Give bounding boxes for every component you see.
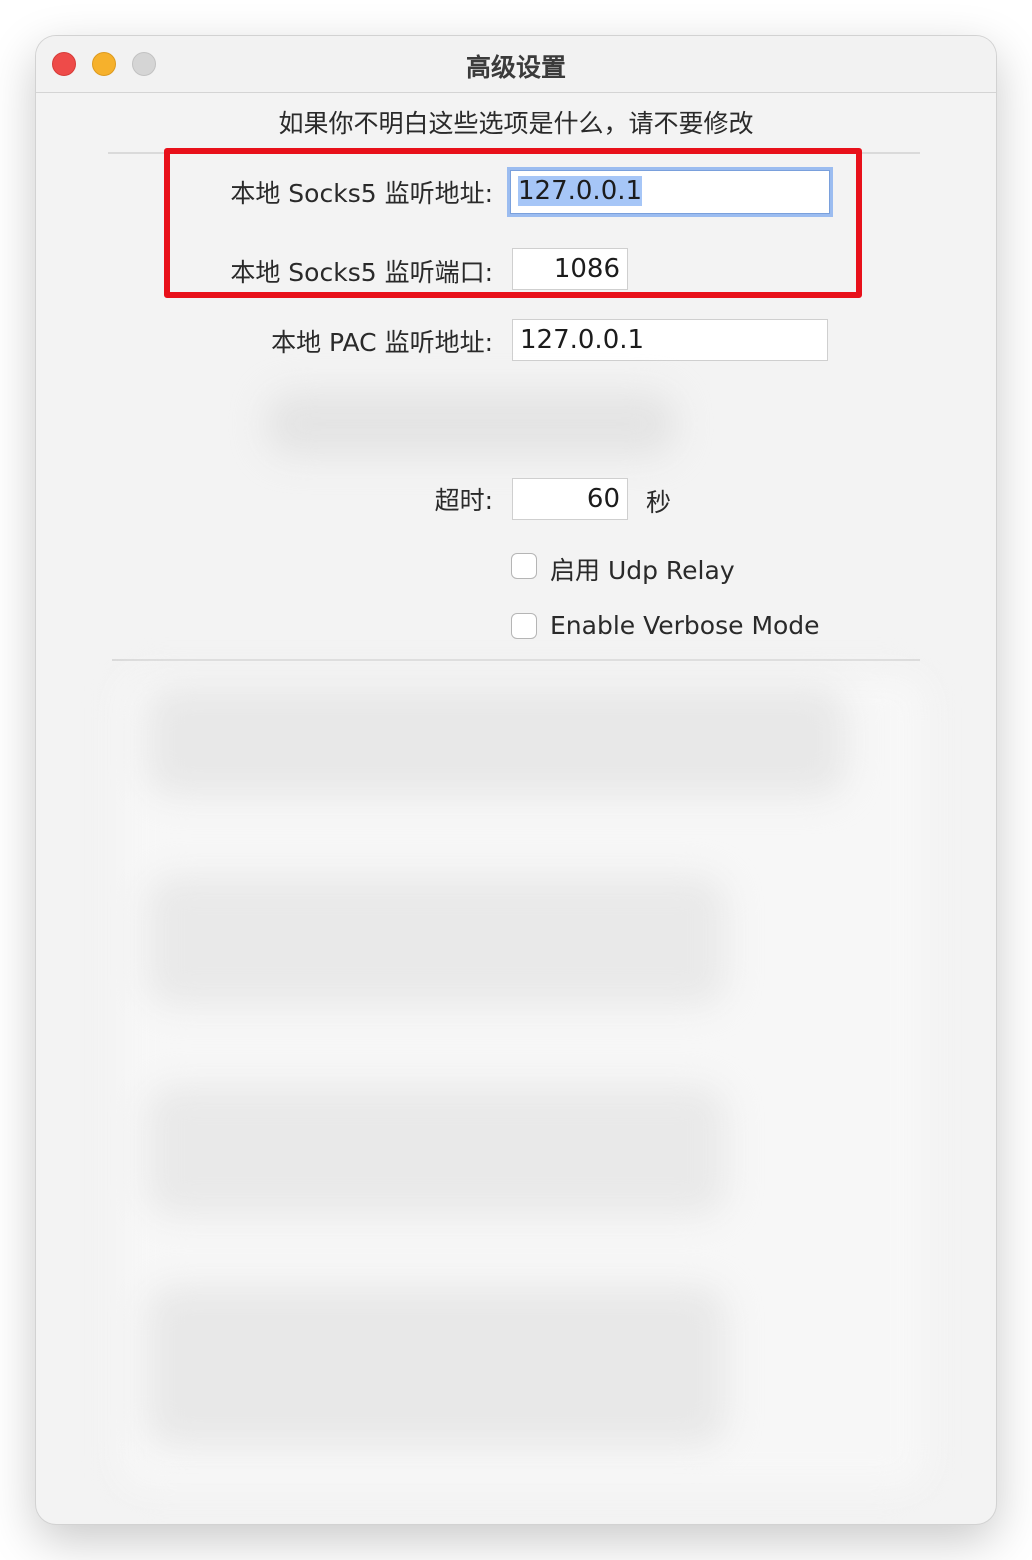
warning-text: 如果你不明白这些选项是什么，请不要修改 <box>278 109 754 138</box>
timeout-label: 超时: <box>434 486 493 515</box>
title-bar: 高级设置 <box>36 36 996 93</box>
verbose-mode-checkbox[interactable] <box>511 613 537 639</box>
udp-relay-checkbox[interactable] <box>511 553 537 579</box>
redacted-row <box>266 392 676 456</box>
divider-bottom <box>112 659 920 661</box>
pac-address-label: 本地 PAC 监听地址: <box>271 328 493 357</box>
redacted-block <box>146 1286 726 1446</box>
redacted-block <box>146 686 846 796</box>
udp-relay-label[interactable]: 启用 Udp Relay <box>550 551 735 587</box>
timeout-unit: 秒 <box>646 488 672 517</box>
verbose-mode-label[interactable]: Enable Verbose Mode <box>550 611 820 640</box>
window-title: 高级设置 <box>465 53 566 82</box>
timeout-input[interactable]: 60 <box>512 478 628 520</box>
advanced-settings-window: 高级设置 如果你不明白这些选项是什么，请不要修改 本地 Socks5 监听地址:… <box>36 36 996 1524</box>
redacted-block <box>146 1086 726 1216</box>
pac-address-input[interactable]: 127.0.0.1 <box>512 319 828 361</box>
annotation-highlight-box <box>164 148 862 298</box>
redacted-block <box>146 876 726 1006</box>
